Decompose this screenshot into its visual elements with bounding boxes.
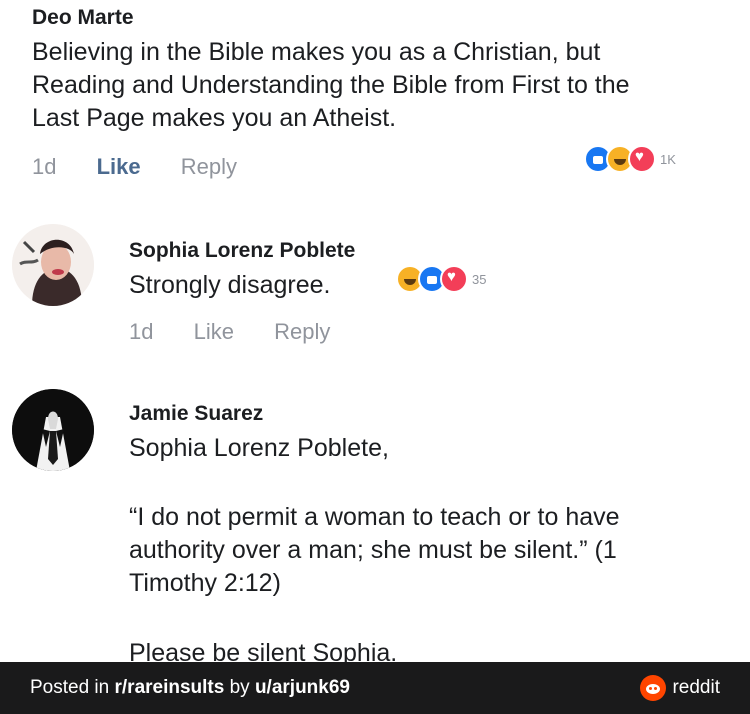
avatar-photo <box>12 224 94 306</box>
comment-quote: “I do not permit a woman to teach or to … <box>129 501 729 600</box>
reddit-logo-icon <box>640 675 667 701</box>
comment-body: Believing in the Bible makes you as a Ch… <box>32 36 722 135</box>
comment-line: authority over a man; she must be silent… <box>129 536 617 564</box>
reply-button[interactable]: Reply <box>181 154 237 179</box>
like-button[interactable]: Like <box>194 319 234 344</box>
comment-line: Last Page makes you an Atheist. <box>32 104 397 132</box>
comment-mention[interactable]: Sophia Lorenz Poblete, <box>129 432 389 465</box>
comment-author[interactable]: Sophia Lorenz Poblete <box>129 239 355 263</box>
comment-line: Believing in the Bible makes you as a Ch… <box>32 38 601 66</box>
comment-line: Reading and Understanding the Bible from… <box>32 71 630 99</box>
avatar[interactable] <box>12 389 94 471</box>
like-button[interactable]: Like <box>97 154 141 179</box>
reaction-count: 1K <box>660 151 676 167</box>
reaction-summary[interactable]: 1K <box>584 145 676 173</box>
avatar[interactable] <box>12 224 94 306</box>
comment-actions: 1d Like Reply <box>32 154 271 180</box>
comment-timestamp: 1d <box>129 319 154 344</box>
reply-button[interactable]: Reply <box>274 319 330 344</box>
comment-actions: 1d Like Reply <box>129 319 364 345</box>
love-icon <box>628 145 656 173</box>
comment-author[interactable]: Jamie Suarez <box>129 402 263 426</box>
comment-sophia: Sophia Lorenz Poblete Strongly disagree.… <box>0 220 750 360</box>
comment-jamie: Jamie Suarez Sophia Lorenz Poblete, “I d… <box>0 385 750 667</box>
user-link[interactable]: u/arjunk69 <box>255 677 350 698</box>
reddit-footer-bar: Posted in r/rareinsults by u/arjunk69 re… <box>0 662 750 714</box>
comment-line: “I do not permit a woman to teach or to … <box>129 503 620 531</box>
posted-in-label: Posted in <box>30 677 115 698</box>
love-icon <box>440 265 468 293</box>
comment-deo-marte: Deo Marte Believing in the Bible makes y… <box>0 0 750 200</box>
comment-timestamp: 1d <box>32 154 57 179</box>
reaction-count: 35 <box>472 271 487 287</box>
comment-body: Strongly disagree. <box>129 271 331 299</box>
reddit-wordmark: reddit <box>672 677 720 698</box>
comment-author[interactable]: Deo Marte <box>32 6 134 30</box>
by-label: by <box>224 677 255 698</box>
reaction-summary[interactable]: 35 <box>396 265 486 293</box>
reddit-brand: reddit <box>640 675 720 701</box>
comment-line: Timothy 2:12) <box>129 569 281 597</box>
post-attribution: Posted in r/rareinsults by u/arjunk69 <box>30 677 350 699</box>
avatar-photo <box>12 389 94 471</box>
subreddit-link[interactable]: r/rareinsults <box>115 677 225 698</box>
